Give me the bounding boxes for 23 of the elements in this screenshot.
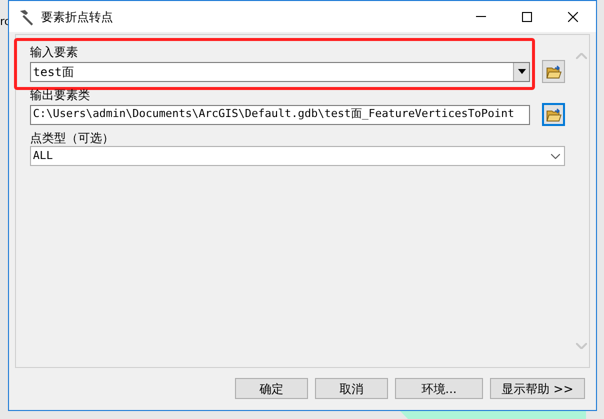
point-type-select[interactable]: ALL	[30, 146, 565, 166]
output-path-field[interactable]: C:\Users\admin\Documents\ArcGIS\Default.gdb\test面_FeatureVerticesToPoint	[30, 104, 530, 124]
field-label: 点类型（可选）	[30, 130, 115, 146]
caret-icon	[518, 69, 526, 74]
field-label: 输入要素	[30, 44, 79, 60]
chevron-down-icon	[551, 154, 560, 158]
dialog-button[interactable]: 显示帮助 >>	[490, 378, 585, 399]
browse-button[interactable]	[542, 60, 565, 83]
close-icon	[568, 12, 578, 22]
browse-button[interactable]	[542, 103, 565, 126]
dialog-button[interactable]: 确定	[235, 378, 308, 399]
window-title: 要素折点转点	[41, 8, 113, 26]
dialog-button[interactable]: 环境...	[395, 378, 483, 399]
scroll-up-icon	[576, 53, 586, 59]
dropdown-button[interactable]	[513, 62, 529, 80]
field-label: 输出要素类	[30, 87, 91, 103]
input-combobox[interactable]: test面	[30, 62, 530, 82]
maximize-icon	[522, 12, 532, 22]
minimize-icon	[476, 16, 486, 17]
dialog-button[interactable]: 取消	[315, 378, 388, 399]
open-folder-icon	[546, 64, 562, 78]
scroll-down-icon	[576, 343, 586, 349]
open-folder-icon	[546, 108, 562, 122]
